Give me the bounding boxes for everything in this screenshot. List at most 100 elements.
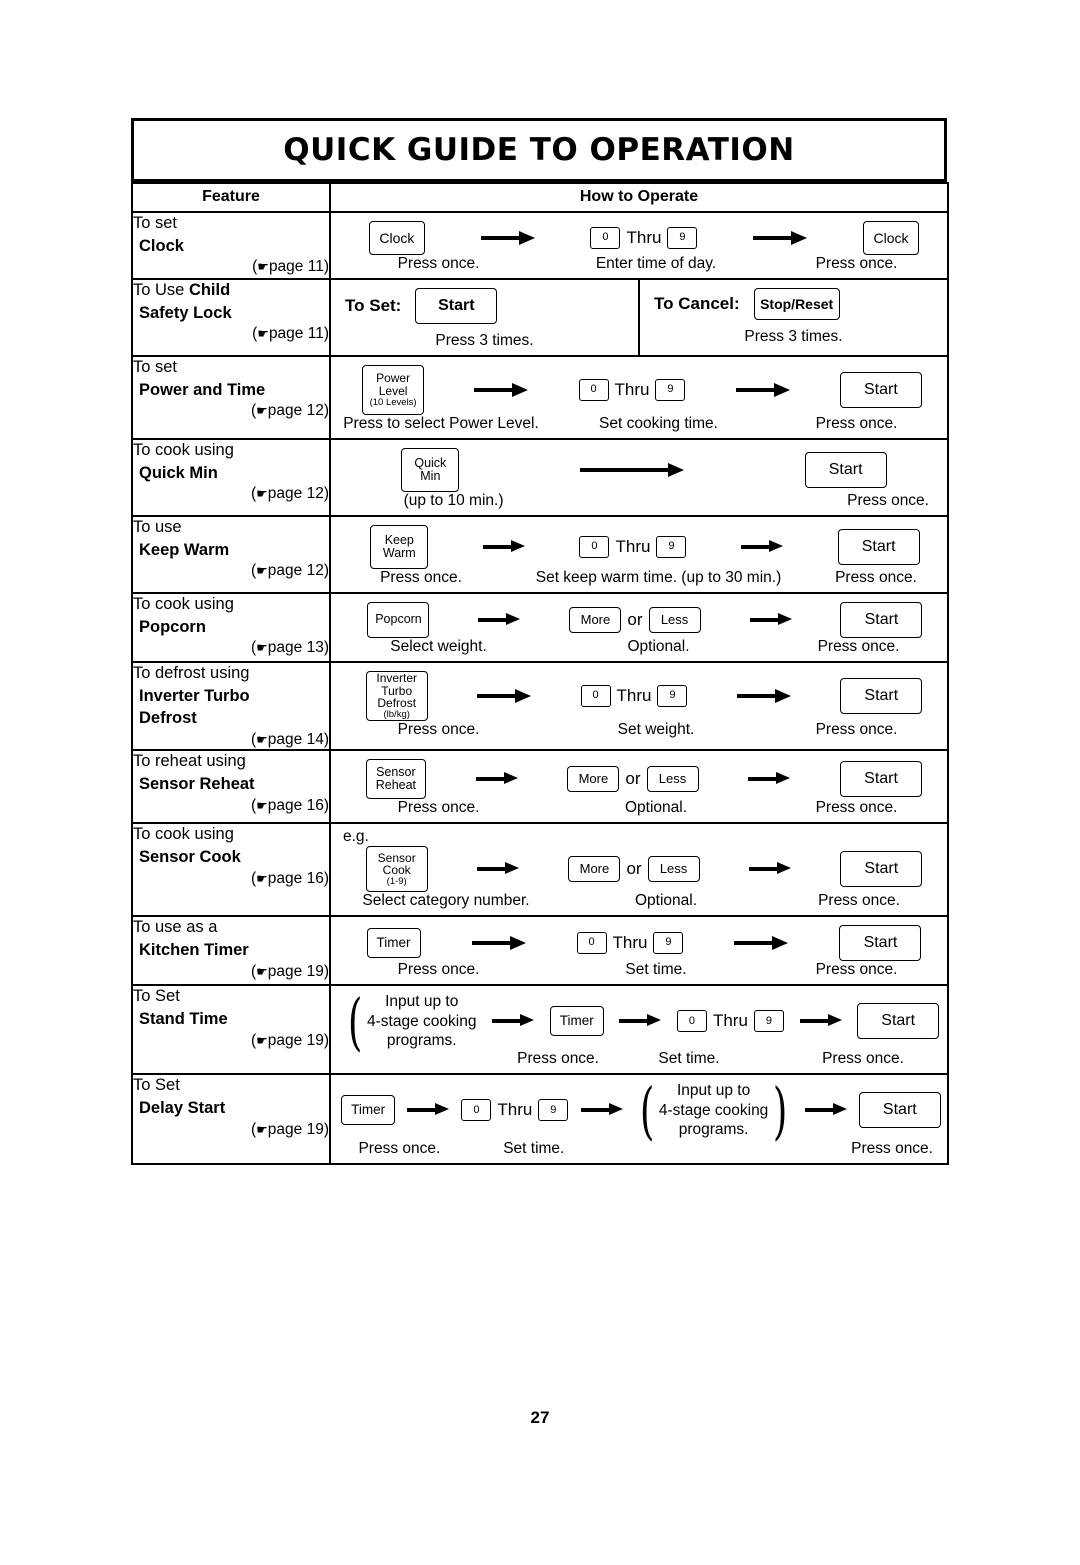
feature-page-ref: (☛page 12) bbox=[250, 485, 329, 503]
number-9-button[interactable]: 9 bbox=[653, 932, 684, 955]
table-row: To cook using Quick Min (☛page 12) Quick… bbox=[131, 438, 949, 517]
more-button[interactable]: More bbox=[569, 607, 622, 633]
sensor-reheat-button[interactable]: Sensor Reheat bbox=[365, 759, 426, 800]
clock-button[interactable]: Clock bbox=[863, 221, 920, 255]
start-button[interactable]: Start bbox=[857, 1003, 940, 1040]
number-9-button[interactable]: 9 bbox=[538, 1099, 569, 1122]
number-0-button[interactable]: 0 bbox=[676, 1010, 707, 1033]
caption: Optional. bbox=[634, 892, 698, 910]
less-button[interactable]: Less bbox=[646, 766, 699, 793]
ops-kitchen-timer: Timer 0 Thru 9 Start Press once. Set tim… bbox=[329, 915, 949, 987]
or-label: or bbox=[627, 610, 643, 629]
number-9-button[interactable]: 9 bbox=[655, 379, 686, 401]
keep-warm-button[interactable]: Keep Warm bbox=[370, 525, 429, 569]
feature-name: Sensor Cook bbox=[139, 847, 241, 866]
left-brace-icon: ( bbox=[347, 984, 363, 1058]
number-0-button[interactable]: 0 bbox=[579, 536, 610, 558]
caption: Press once. bbox=[358, 1139, 441, 1157]
caption: Enter time of day. bbox=[595, 255, 717, 272]
power-level-button[interactable]: Power Level (10 Levels) bbox=[362, 365, 425, 415]
timer-button[interactable]: Timer bbox=[341, 1095, 396, 1126]
caption: Press once. bbox=[815, 799, 898, 817]
or-label: or bbox=[626, 859, 642, 879]
table-row: To Set Stand Time (☛page 19) ( Input up … bbox=[131, 984, 949, 1076]
arrow-icon bbox=[478, 613, 521, 626]
feature-line1: To defrost using bbox=[133, 664, 250, 682]
feature-quick-min: To cook using Quick Min (☛page 12) bbox=[131, 438, 331, 517]
popcorn-button[interactable]: Popcorn bbox=[367, 602, 430, 638]
start-button[interactable]: Start bbox=[840, 602, 923, 638]
number-0-button[interactable]: 0 bbox=[580, 685, 611, 707]
number-range-0-9: 0 Thru 9 bbox=[579, 536, 687, 558]
hand-pointer-icon: ☛ bbox=[256, 1122, 268, 1138]
example-label: e.g. bbox=[343, 828, 369, 846]
number-9-button[interactable]: 9 bbox=[753, 1010, 784, 1033]
page-title: QUICK GUIDE TO OPERATION bbox=[283, 132, 795, 168]
caption: Set keep warm time. (up to 30 min.) bbox=[535, 569, 782, 586]
caption: Press once. bbox=[835, 569, 917, 586]
feature-page-ref: (☛page 19) bbox=[250, 962, 329, 980]
left-brace-icon: ( bbox=[639, 1073, 655, 1147]
hand-pointer-icon: ☛ bbox=[257, 327, 269, 343]
number-9-button[interactable]: 9 bbox=[667, 227, 698, 249]
number-range-0-9: 0 Thru 9 bbox=[461, 1099, 569, 1122]
feature-power-and-time: To set Power and Time (☛page 12) bbox=[131, 355, 331, 440]
start-button[interactable]: Start bbox=[840, 851, 923, 888]
feature-line1: To Set bbox=[133, 1076, 180, 1095]
start-button[interactable]: Start bbox=[804, 452, 887, 488]
table-row: To use Keep Warm (☛page 12) Keep Warm 0 T… bbox=[131, 515, 949, 594]
feature-page-ref: (☛page 16) bbox=[250, 869, 329, 887]
to-cancel-label: To Cancel: bbox=[654, 294, 740, 313]
number-0-button[interactable]: 0 bbox=[576, 932, 607, 955]
number-0-button[interactable]: 0 bbox=[590, 227, 621, 249]
number-9-button[interactable]: 9 bbox=[657, 685, 688, 707]
start-button[interactable]: Start bbox=[839, 925, 922, 962]
number-9-button[interactable]: 9 bbox=[656, 536, 687, 558]
start-button[interactable]: Start bbox=[858, 1092, 941, 1129]
less-button[interactable]: Less bbox=[648, 607, 701, 633]
start-button[interactable]: Start bbox=[837, 529, 920, 565]
arrow-icon bbox=[748, 862, 791, 875]
less-button[interactable]: Less bbox=[647, 856, 700, 883]
feature-kitchen-timer: To use as a Kitchen Timer (☛page 19) bbox=[131, 915, 331, 987]
feature-clock: To set Clock (☛page 11) bbox=[131, 211, 331, 280]
caption: Set time. bbox=[503, 1139, 565, 1157]
clock-button[interactable]: Clock bbox=[368, 221, 425, 255]
caption: Set cooking time. bbox=[599, 415, 718, 432]
start-button[interactable]: Start bbox=[839, 372, 922, 408]
more-button[interactable]: More bbox=[567, 766, 620, 793]
feature-name: Sensor Reheat bbox=[139, 774, 255, 793]
timer-button[interactable]: Timer bbox=[549, 1006, 604, 1037]
more-less-group: More or Less bbox=[569, 607, 701, 633]
more-button[interactable]: More bbox=[568, 856, 621, 883]
number-0-button[interactable]: 0 bbox=[461, 1099, 492, 1122]
thru-label: Thru bbox=[712, 1011, 748, 1031]
number-range-0-9: 0 Thru 9 bbox=[676, 1010, 784, 1033]
number-0-button[interactable]: 0 bbox=[578, 379, 609, 401]
timer-button[interactable]: Timer bbox=[366, 928, 421, 959]
caption: Press once. bbox=[817, 638, 900, 655]
thru-label: Thru bbox=[612, 933, 648, 953]
caption: Press once. bbox=[380, 569, 462, 586]
start-button[interactable]: Start bbox=[415, 288, 498, 324]
sensor-cook-button[interactable]: Sensor Cook (1-9) bbox=[365, 846, 428, 893]
start-button[interactable]: Start bbox=[840, 678, 923, 714]
page-title-box: QUICK GUIDE TO OPERATION bbox=[131, 118, 947, 182]
feature-line1: To Use Child bbox=[133, 281, 231, 299]
arrow-icon bbox=[580, 1103, 623, 1116]
start-button[interactable]: Start bbox=[840, 761, 923, 798]
hand-pointer-icon: ☛ bbox=[256, 964, 268, 980]
caption: (up to 10 min.) bbox=[403, 492, 504, 509]
number-range-0-9: 0 Thru 9 bbox=[580, 685, 688, 707]
inverter-turbo-defrost-button[interactable]: Inverter Turbo Defrost (lb/kg) bbox=[365, 671, 428, 721]
header-how-to-operate: How to Operate bbox=[329, 182, 949, 213]
number-range-0-9: 0 Thru 9 bbox=[590, 227, 698, 249]
arrow-icon bbox=[735, 383, 790, 397]
stop-reset-button[interactable]: Stop/Reset bbox=[753, 288, 840, 320]
caption: Press once. bbox=[397, 799, 480, 817]
table-header-row: Feature How to Operate bbox=[131, 182, 949, 213]
quick-min-button[interactable]: Quick Min bbox=[401, 448, 460, 492]
feature-page-ref: (☛page 19) bbox=[250, 1120, 329, 1138]
ops-clock: Clock 0 Thru 9 Clock Press once. Enter t… bbox=[329, 211, 949, 280]
brace-group: ( Input up to 4-stage cooking programs. bbox=[343, 984, 477, 1058]
